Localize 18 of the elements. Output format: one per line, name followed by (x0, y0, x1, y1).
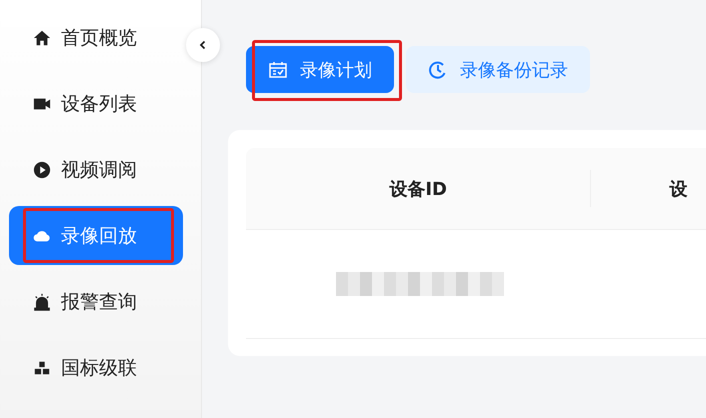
column-header: 设备ID (389, 178, 447, 200)
sidebar-item[interactable]: 首页概览 (9, 8, 183, 67)
clock-icon (428, 60, 448, 80)
blocks-icon (33, 358, 51, 376)
play-icon (33, 160, 51, 178)
sidebar-item[interactable]: 录像回放 (9, 206, 183, 265)
tab[interactable]: 录像计划 (246, 46, 394, 93)
chevron-left-icon (198, 40, 208, 50)
sidebar-item[interactable]: 报警查询 (9, 272, 183, 331)
tab[interactable]: 录像备份记录 (406, 46, 590, 93)
alarm-light-icon (33, 292, 51, 310)
collapse-button[interactable] (186, 28, 220, 62)
column-header: 设 (669, 178, 688, 200)
home-icon (33, 28, 51, 46)
sidebar-item[interactable]: 视频调阅 (9, 140, 183, 199)
sidebar-item[interactable]: 国标级联 (9, 338, 183, 397)
calendar-check-icon (268, 60, 288, 80)
sidebar-item[interactable]: 设备列表 (9, 74, 183, 133)
